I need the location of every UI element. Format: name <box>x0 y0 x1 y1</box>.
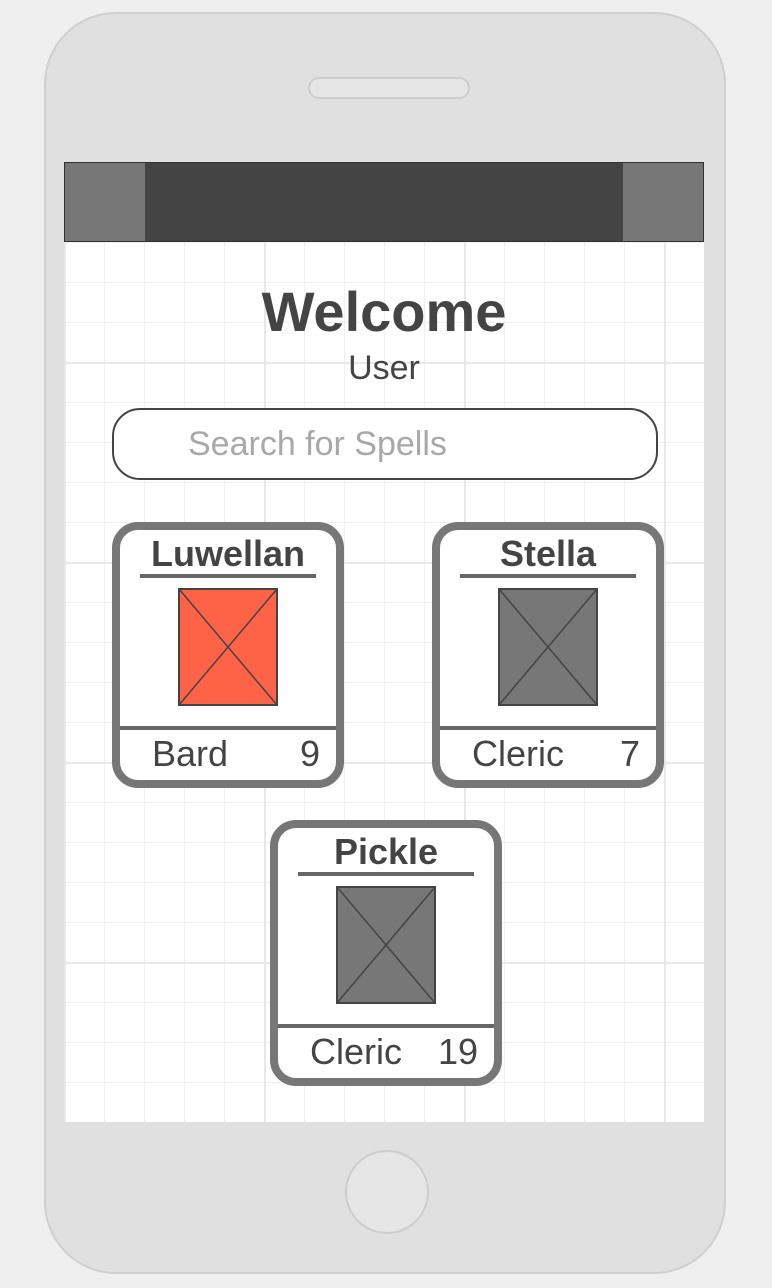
character-card[interactable]: Luwellan Bard 9 <box>112 522 344 788</box>
character-level: 9 <box>299 733 320 774</box>
image-placeholder-icon <box>498 588 598 706</box>
character-card[interactable]: Pickle Cleric 19 <box>270 820 502 1086</box>
character-name: Stella <box>499 533 597 574</box>
app-screen: Welcome User Luwellan Bard 9 Stella Cler… <box>64 162 704 1122</box>
name-underline <box>460 574 636 578</box>
character-name: Pickle <box>333 831 439 872</box>
image-placeholder-icon <box>336 886 436 1004</box>
character-card[interactable]: Stella Cleric 7 <box>432 522 664 788</box>
username-label: User <box>348 349 420 387</box>
character-class: Cleric <box>472 733 565 774</box>
image-placeholder-icon <box>178 588 278 706</box>
character-level: 7 <box>619 733 640 774</box>
card-divider <box>278 1024 494 1028</box>
speaker-grille <box>308 77 470 99</box>
top-nav-bar <box>64 162 704 242</box>
card-divider <box>440 726 656 730</box>
nav-right-button[interactable] <box>623 163 703 241</box>
character-class: Bard <box>152 733 229 774</box>
character-level: 19 <box>437 1031 478 1072</box>
card-divider <box>120 726 336 730</box>
nav-left-button[interactable] <box>65 163 145 241</box>
name-underline <box>140 574 316 578</box>
character-class: Cleric <box>310 1031 403 1072</box>
home-button[interactable] <box>345 1150 429 1234</box>
welcome-heading: Welcome <box>261 280 507 343</box>
spell-search-input[interactable] <box>112 408 658 480</box>
character-name: Luwellan <box>150 533 306 574</box>
name-underline <box>298 872 474 876</box>
